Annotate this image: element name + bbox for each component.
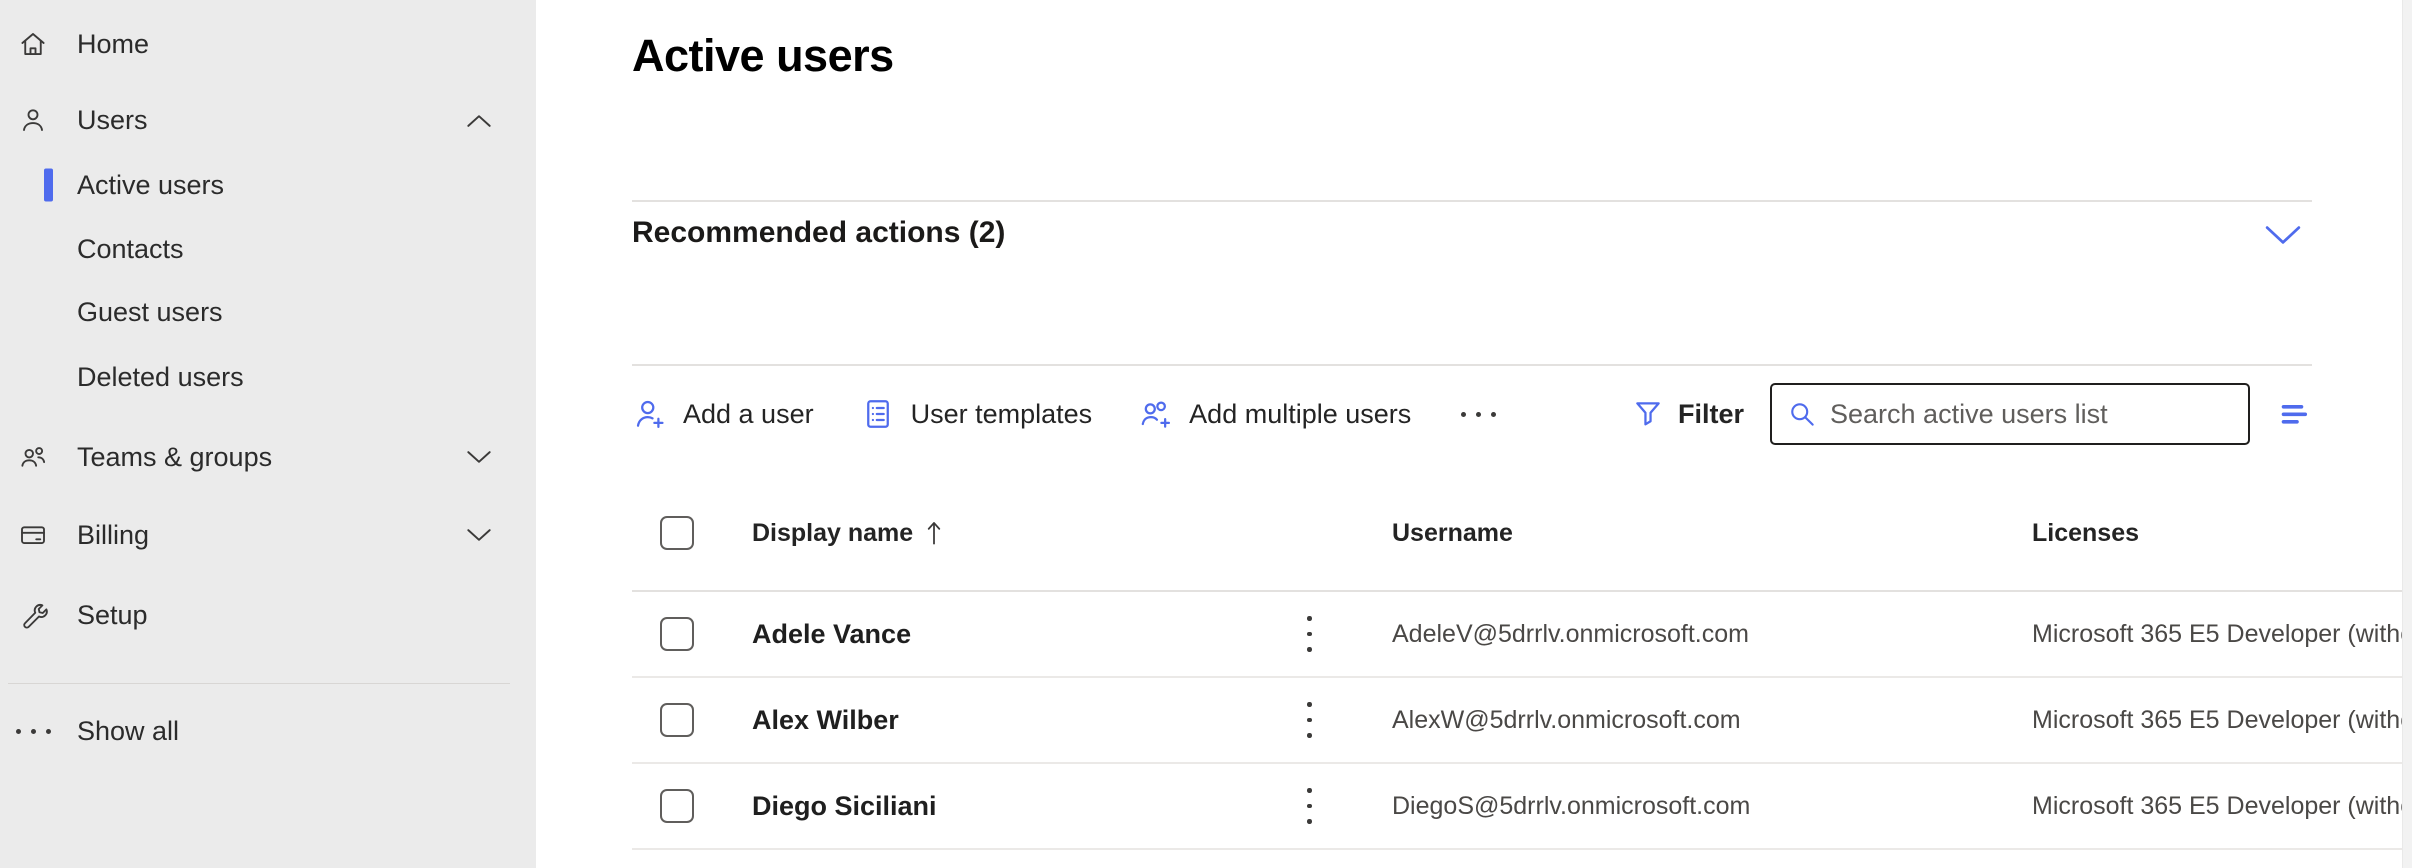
licenses-cell: Microsoft 365 E5 Developer (withou [2032, 792, 2412, 821]
row-kebab-cell [1292, 782, 1392, 830]
table-row[interactable]: Adele Vance AdeleV@5drrlv.onmicrosoft.co… [632, 592, 2412, 678]
recommended-actions-section: Recommended actions (2) [632, 202, 2312, 366]
sidebar-divider [8, 683, 510, 684]
toolbar-button-label: Add a user [683, 399, 814, 430]
display-name-cell[interactable]: Adele Vance [752, 619, 1292, 650]
active-item-indicator [44, 169, 53, 202]
sidebar-item-home[interactable]: Home [0, 20, 536, 68]
search-box [1770, 383, 2250, 445]
sidebar-item-billing[interactable]: Billing [0, 511, 536, 559]
row-checkbox-cell [632, 617, 752, 651]
kebab-menu-icon[interactable] [1297, 696, 1322, 744]
scrollbar-track[interactable] [2402, 0, 2412, 868]
chevron-down-icon[interactable] [466, 450, 492, 465]
sidebar-item-deleted-users[interactable]: Deleted users [0, 353, 536, 401]
username-cell: AlexW@5drrlv.onmicrosoft.com [1392, 706, 2032, 735]
filter-button[interactable]: Filter [1631, 397, 1744, 431]
licenses-cell: Microsoft 365 E5 Developer (withou [2032, 620, 2412, 649]
user-templates-button[interactable]: User templates [860, 396, 1093, 432]
table-row[interactable]: Alex Wilber AlexW@5drrlv.onmicrosoft.com… [632, 678, 2412, 764]
column-header-licenses[interactable]: Licenses [2032, 519, 2412, 548]
row-checkbox-cell [632, 789, 752, 823]
credit-card-icon [16, 520, 50, 550]
chevron-up-icon[interactable] [466, 113, 492, 128]
kebab-menu-icon[interactable] [1297, 782, 1322, 830]
sidebar-item-label: Home [77, 29, 492, 60]
sidebar-item-setup[interactable]: Setup [0, 591, 536, 639]
main-content: Active users Recommended actions (2) [536, 0, 2412, 868]
sidebar-item-label: Contacts [77, 234, 492, 265]
row-kebab-cell [1292, 696, 1392, 744]
column-header-username[interactable]: Username [1392, 519, 2032, 548]
admin-center-app: Home Users Active users Contacts Guest [0, 0, 2412, 868]
sidebar-item-label: Guest users [77, 297, 492, 328]
sidebar-item-label: Setup [77, 600, 492, 631]
username-cell: DiegoS@5drrlv.onmicrosoft.com [1392, 792, 2032, 821]
sidebar-item-label: Users [77, 105, 466, 136]
recommended-actions-label: Recommended actions (2) [632, 216, 1005, 250]
licenses-cell: Microsoft 365 E5 Developer (withou [2032, 706, 2412, 735]
user-template-icon [860, 396, 896, 432]
search-icon [1786, 398, 1818, 430]
sort-lines-icon[interactable] [2276, 396, 2312, 432]
sort-ascending-arrow-icon [923, 520, 945, 546]
toolbar-button-label: Add multiple users [1189, 399, 1411, 430]
column-header-display-name[interactable]: Display name [752, 519, 1292, 548]
sidebar: Home Users Active users Contacts Guest [0, 0, 536, 868]
sidebar-item-label: Show all [77, 716, 492, 747]
sidebar-item-users[interactable]: Users [0, 96, 536, 144]
chevron-down-icon[interactable] [466, 528, 492, 543]
wrench-icon [16, 600, 50, 630]
sidebar-item-show-all[interactable]: Show all [0, 707, 536, 755]
table-header-row: Display name Username Licenses [632, 476, 2412, 592]
people-icon [16, 442, 50, 472]
toolbar-right: Filter [1631, 383, 2312, 445]
display-name-cell[interactable]: Alex Wilber [752, 705, 1292, 736]
list-toolbar: Add a user User templates [632, 382, 2312, 446]
table-row[interactable]: Diego Siciliani DiegoS@5drrlv.onmicrosof… [632, 764, 2412, 850]
home-icon [16, 29, 50, 59]
person-add-icon [632, 396, 668, 432]
person-icon [16, 105, 50, 135]
sidebar-item-label: Deleted users [77, 362, 492, 393]
active-users-table: Display name Username Licenses Adele Van… [632, 476, 2412, 850]
sidebar-item-label: Billing [77, 520, 466, 551]
select-all-checkbox[interactable] [660, 516, 694, 550]
search-input[interactable] [1770, 383, 2250, 445]
display-name-cell[interactable]: Diego Siciliani [752, 791, 1292, 822]
row-checkbox[interactable] [660, 703, 694, 737]
ellipsis-icon [16, 729, 50, 734]
sidebar-item-teams-groups[interactable]: Teams & groups [0, 433, 536, 481]
kebab-menu-icon[interactable] [1297, 610, 1322, 658]
sidebar-item-active-users[interactable]: Active users [0, 161, 536, 209]
funnel-icon [1631, 397, 1665, 431]
chevron-down-icon[interactable] [2264, 224, 2302, 246]
toolbar-actions: Add a user User templates [632, 396, 1500, 432]
filter-label: Filter [1678, 399, 1744, 430]
page-title: Active users [632, 30, 2412, 82]
row-checkbox[interactable] [660, 789, 694, 823]
row-checkbox[interactable] [660, 617, 694, 651]
row-kebab-cell [1292, 610, 1392, 658]
sidebar-item-label: Teams & groups [77, 442, 466, 473]
add-multiple-users-button[interactable]: Add multiple users [1138, 396, 1411, 432]
toolbar-button-label: User templates [911, 399, 1093, 430]
more-ellipsis-icon[interactable] [1457, 402, 1500, 427]
header-checkbox-cell [632, 516, 752, 550]
sidebar-item-label: Active users [77, 170, 492, 201]
add-a-user-button[interactable]: Add a user [632, 396, 814, 432]
people-add-icon [1138, 396, 1174, 432]
row-checkbox-cell [632, 703, 752, 737]
sidebar-item-contacts[interactable]: Contacts [0, 225, 536, 273]
username-cell: AdeleV@5drrlv.onmicrosoft.com [1392, 620, 2032, 649]
sidebar-item-guest-users[interactable]: Guest users [0, 288, 536, 336]
